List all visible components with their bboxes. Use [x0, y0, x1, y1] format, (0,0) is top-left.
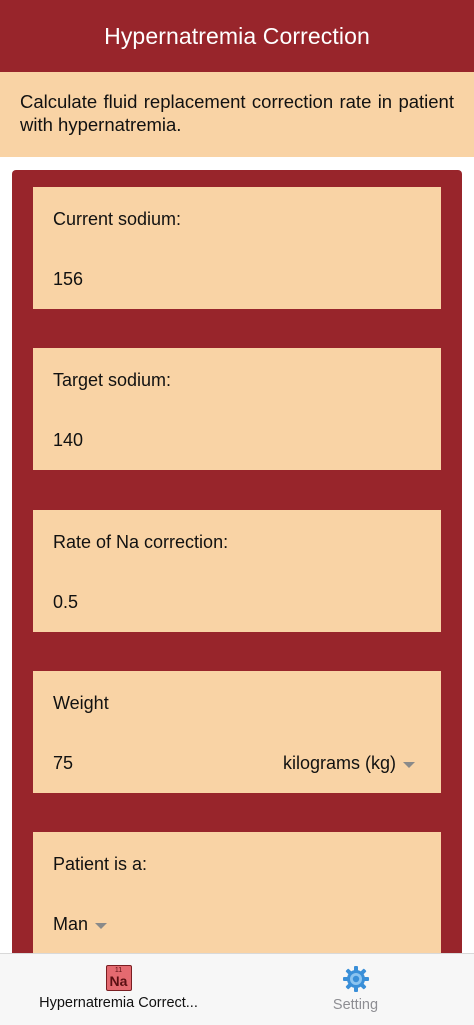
- tab-label: Hypernatremia Correct...: [39, 995, 198, 1011]
- weight-unit-select[interactable]: kilograms (kg): [283, 753, 415, 774]
- tab-bar: 11 Na Hypernatremia Correct... Setting: [0, 953, 474, 1025]
- page-title: Hypernatremia Correction: [104, 22, 370, 49]
- rate-correction-input[interactable]: 0.5: [53, 592, 78, 613]
- target-sodium-card: Target sodium: 140: [33, 348, 441, 470]
- description-text: Calculate fluid replacement correction r…: [20, 91, 454, 135]
- sodium-element-icon: 11 Na: [105, 965, 132, 991]
- rate-correction-card: Rate of Na correction: 0.5: [33, 510, 441, 632]
- patient-label: Patient is a:: [53, 854, 148, 874]
- tab-setting[interactable]: Setting: [237, 954, 474, 1025]
- weight-label: Weight: [53, 693, 109, 713]
- target-sodium-input[interactable]: 140: [53, 430, 83, 451]
- weight-input[interactable]: 75: [53, 753, 73, 774]
- current-sodium-label: Current sodium:: [53, 209, 182, 229]
- app-screen: Hypernatremia Correction Calculate fluid…: [0, 0, 474, 1025]
- patient-card: Patient is a: Man: [33, 832, 441, 954]
- weight-unit-value: kilograms (kg): [282, 753, 396, 773]
- chevron-down-icon: [403, 761, 415, 768]
- current-sodium-input[interactable]: 156: [53, 269, 83, 290]
- form-panel: Current sodium: 156 Target sodium: 140 R…: [12, 170, 462, 970]
- rate-correction-label: Rate of Na correction:: [53, 532, 229, 552]
- gear-icon: [342, 965, 370, 993]
- target-sodium-label: Target sodium:: [53, 370, 172, 390]
- weight-card: Weight 75 kilograms (kg): [33, 671, 441, 793]
- tab-label: Setting: [332, 997, 379, 1013]
- description-banner: Calculate fluid replacement correction r…: [0, 72, 474, 157]
- patient-sex-select[interactable]: Man: [53, 914, 108, 935]
- patient-sex-value: Man: [53, 914, 89, 934]
- nav-header: Hypernatremia Correction: [0, 0, 474, 72]
- tab-hypernatremia-correction[interactable]: 11 Na Hypernatremia Correct...: [0, 954, 237, 1025]
- current-sodium-card: Current sodium: 156: [33, 187, 441, 309]
- chevron-down-icon: [95, 922, 108, 929]
